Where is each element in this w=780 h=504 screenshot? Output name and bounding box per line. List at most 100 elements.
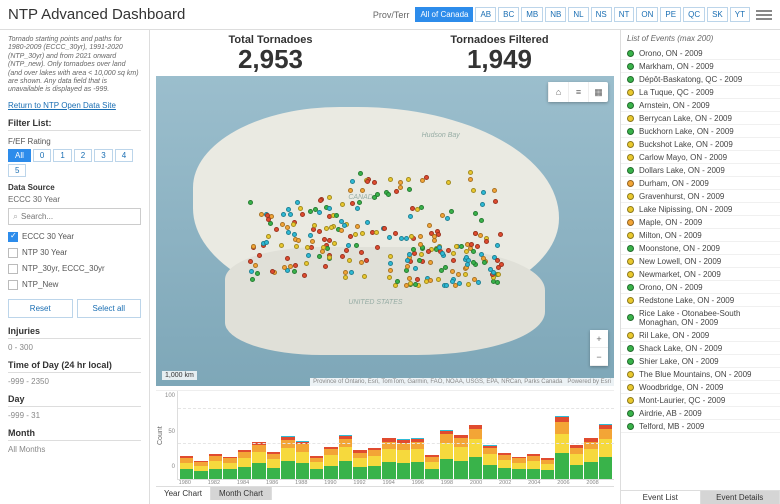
event-item[interactable]: Buckhorn Lake, ON - 2009 xyxy=(621,125,780,138)
tornado-point[interactable] xyxy=(349,270,354,275)
tornado-point[interactable] xyxy=(418,234,423,239)
tornado-point[interactable] xyxy=(347,258,352,263)
chart-bar[interactable] xyxy=(541,458,554,479)
event-item[interactable]: Rice Lake - Otonabee-South Monaghan, ON … xyxy=(621,307,780,329)
tornado-point[interactable] xyxy=(417,258,422,263)
map-grid-icon[interactable]: ▦ xyxy=(588,82,608,102)
tornado-point[interactable] xyxy=(344,248,349,253)
tornado-point[interactable] xyxy=(327,195,332,200)
province-tab-ab[interactable]: AB xyxy=(475,7,496,22)
event-item[interactable]: Durham, ON - 2009 xyxy=(621,177,780,190)
province-tab-yt[interactable]: YT xyxy=(730,7,750,22)
event-item[interactable]: Maple, ON - 2009 xyxy=(621,216,780,229)
month-chart-tab[interactable]: Month Chart xyxy=(211,487,272,500)
tornado-point[interactable] xyxy=(492,188,497,193)
chart-bar[interactable] xyxy=(425,455,438,479)
tornado-point[interactable] xyxy=(348,188,353,193)
tornado-point[interactable] xyxy=(340,202,345,207)
tornado-point[interactable] xyxy=(408,281,413,286)
event-item[interactable]: Telford, MB - 2009 xyxy=(621,420,780,433)
tornado-point[interactable] xyxy=(484,239,489,244)
chart-bar[interactable] xyxy=(411,438,424,479)
map-home-icon[interactable]: ⌂ xyxy=(548,82,568,102)
event-item[interactable]: Woodbridge, ON - 2009 xyxy=(621,381,780,394)
event-item[interactable]: Shier Lake, ON - 2009 xyxy=(621,355,780,368)
event-item[interactable]: Airdrie, AB - 2009 xyxy=(621,407,780,420)
tornado-point[interactable] xyxy=(471,188,476,193)
event-item[interactable]: The Blue Mountains, ON - 2009 xyxy=(621,368,780,381)
select-all-button[interactable]: Select all xyxy=(77,299,142,318)
event-item[interactable]: Gravenhurst, ON - 2009 xyxy=(621,190,780,203)
event-item[interactable]: Markham, ON - 2009 xyxy=(621,60,780,73)
tornado-point[interactable] xyxy=(332,241,337,246)
province-tab-pe[interactable]: PE xyxy=(660,7,681,22)
tornado-point[interactable] xyxy=(446,248,451,253)
tornado-point[interactable] xyxy=(310,239,315,244)
tornado-point[interactable] xyxy=(348,234,353,239)
chart-bar[interactable] xyxy=(498,453,511,479)
tornado-point[interactable] xyxy=(413,282,418,287)
province-tab-bc[interactable]: BC xyxy=(498,7,519,22)
tornado-point[interactable] xyxy=(449,209,454,214)
zoom-out-button[interactable]: − xyxy=(590,348,608,366)
province-tab-ns[interactable]: NS xyxy=(591,7,612,22)
tornado-point[interactable] xyxy=(432,238,437,243)
tornado-point[interactable] xyxy=(473,211,478,216)
tornado-point[interactable] xyxy=(296,238,301,243)
tornado-point[interactable] xyxy=(411,247,416,252)
tornado-point[interactable] xyxy=(468,177,473,182)
tornado-point[interactable] xyxy=(407,187,412,192)
chart-bar[interactable] xyxy=(296,441,309,479)
event-item[interactable]: Ril Lake, ON - 2009 xyxy=(621,329,780,342)
event-item[interactable]: Buckshot Lake, ON - 2009 xyxy=(621,138,780,151)
tornado-point[interactable] xyxy=(360,231,365,236)
event-item[interactable]: Mont-Laurier, QC - 2009 xyxy=(621,394,780,407)
source-checkbox[interactable]: NTP_New xyxy=(8,277,141,293)
tornado-point[interactable] xyxy=(471,260,476,265)
tornado-point[interactable] xyxy=(406,177,411,182)
chart-bar[interactable] xyxy=(599,424,612,479)
rating-pill-5[interactable]: 5 xyxy=(8,164,26,177)
tornado-point[interactable] xyxy=(249,269,254,274)
zoom-in-button[interactable]: + xyxy=(590,330,608,348)
chart-bar[interactable] xyxy=(209,454,222,479)
tornado-point[interactable] xyxy=(292,269,297,274)
source-checkbox[interactable]: NTP_30yr, ECCC_30yr xyxy=(8,261,141,277)
chart-bar[interactable] xyxy=(512,457,525,479)
chart-bar[interactable] xyxy=(267,452,280,479)
return-link[interactable]: Return to NTP Open Data Site xyxy=(8,101,141,110)
reset-button[interactable]: Reset xyxy=(8,299,73,318)
source-checkbox[interactable]: ECCC 30 Year xyxy=(8,229,141,245)
tornado-point[interactable] xyxy=(302,273,307,278)
province-tab-nt[interactable]: NT xyxy=(614,7,635,22)
tornado-point[interactable] xyxy=(288,212,293,217)
tornado-point[interactable] xyxy=(386,192,391,197)
tornado-point[interactable] xyxy=(266,217,271,222)
chart-bar[interactable] xyxy=(180,456,193,479)
event-item[interactable]: Moonstone, ON - 2009 xyxy=(621,242,780,255)
tornado-point[interactable] xyxy=(491,270,496,275)
tornado-point[interactable] xyxy=(265,213,270,218)
province-tab-mb[interactable]: MB xyxy=(521,7,543,22)
tornado-point[interactable] xyxy=(457,281,462,286)
tornado-point[interactable] xyxy=(495,243,500,248)
menu-icon[interactable] xyxy=(756,10,772,20)
province-tab-qc[interactable]: QC xyxy=(683,7,705,22)
chart-bar[interactable] xyxy=(252,442,265,479)
chart-bar[interactable] xyxy=(440,430,453,479)
tornado-point[interactable] xyxy=(450,279,455,284)
tornado-point[interactable] xyxy=(304,261,309,266)
chart-bar[interactable] xyxy=(527,454,540,479)
tornado-point[interactable] xyxy=(473,231,478,236)
tornado-point[interactable] xyxy=(342,223,347,228)
chart-bar[interactable] xyxy=(397,439,410,479)
tornado-point[interactable] xyxy=(407,252,412,257)
rating-pill-0[interactable]: 0 xyxy=(33,149,51,162)
tornado-point[interactable] xyxy=(322,237,327,242)
chart-bar[interactable] xyxy=(469,425,482,479)
tornado-point[interactable] xyxy=(387,235,392,240)
province-tab-nb[interactable]: NB xyxy=(545,7,566,22)
tornado-point[interactable] xyxy=(279,243,284,248)
rating-pill-2[interactable]: 2 xyxy=(74,149,92,162)
tornado-point[interactable] xyxy=(286,230,291,235)
